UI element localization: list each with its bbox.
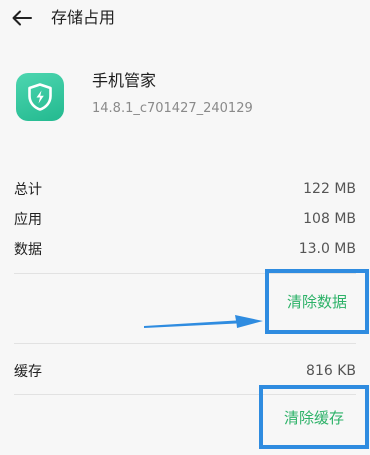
- storage-row-label: 应用: [14, 212, 42, 228]
- top-bar: 存储占用: [0, 0, 370, 38]
- storage-row-data: 数据 13.0 MB: [14, 237, 356, 261]
- arrow-left-icon: [12, 10, 32, 26]
- cache-label: 缓存: [14, 364, 42, 380]
- cache-value: 816 KB: [306, 363, 356, 379]
- back-button[interactable]: [10, 7, 34, 29]
- divider: [14, 343, 356, 344]
- storage-row-total: 总计 122 MB: [14, 177, 356, 201]
- storage-row-label: 总计: [14, 182, 42, 198]
- storage-row-value: 13.0 MB: [298, 241, 356, 257]
- clear-cache-button[interactable]: 清除缓存: [259, 385, 369, 449]
- shield-lightning-icon: [28, 83, 52, 111]
- storage-row-cache: 缓存 816 KB: [14, 359, 356, 383]
- storage-page: 存储占用 手机管家 14.8.1_c701427_240129 总计 122 M…: [0, 0, 370, 455]
- app-version: 14.8.1_c701427_240129: [92, 101, 253, 116]
- clear-data-label: 清除数据: [286, 293, 347, 311]
- page-title: 存储占用: [51, 8, 116, 27]
- annotation-arrow-icon: [144, 315, 263, 328]
- storage-row-value: 122 MB: [303, 181, 356, 197]
- clear-cache-label: 清除缓存: [283, 408, 344, 427]
- clear-data-button[interactable]: 清除数据: [265, 269, 369, 334]
- app-icon: [16, 73, 64, 121]
- app-name: 手机管家: [92, 71, 157, 90]
- storage-row-label: 数据: [14, 242, 42, 258]
- storage-row-app: 应用 108 MB: [14, 207, 356, 231]
- storage-row-value: 108 MB: [303, 211, 356, 227]
